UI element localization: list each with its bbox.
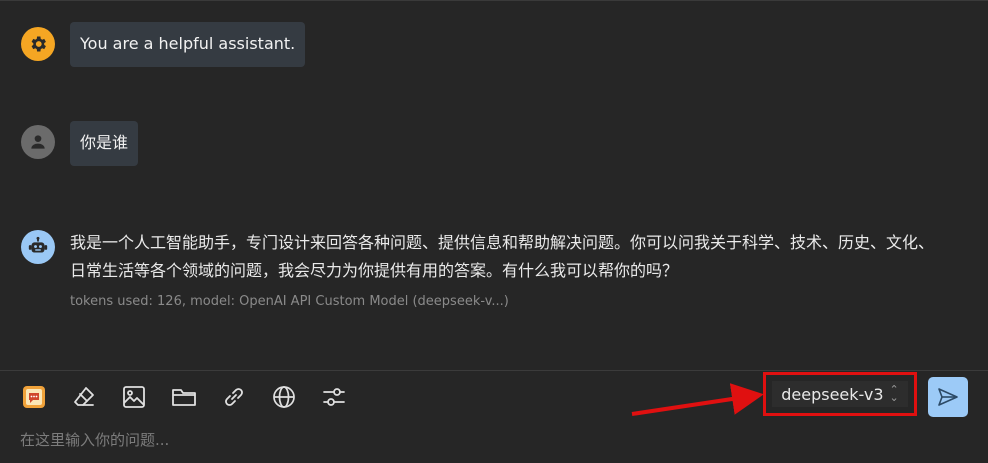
folder-icon[interactable] — [168, 381, 200, 413]
message-metadata: tokens used: 126, model: OpenAI API Cust… — [70, 294, 509, 309]
assistant-message: 我是一个人工智能助手，专门设计来回答各种问题、提供信息和帮助解决问题。你可以问我… — [70, 233, 935, 280]
composer-toolbar — [18, 381, 368, 413]
chat-history: You are a helpful assistant. 你是谁 我是一个人工智… — [0, 0, 988, 370]
link-icon[interactable] — [218, 381, 250, 413]
image-icon[interactable] — [118, 381, 150, 413]
composer-divider — [0, 370, 988, 371]
chevron-up-down-icon: ⌃ ⌄ — [889, 383, 899, 404]
highlight-box: deepseek-v3 ⌃ ⌄ — [763, 372, 917, 416]
gear-icon — [21, 27, 55, 61]
model-selector-value: deepseek-v3 — [781, 384, 884, 404]
robot-icon — [21, 230, 55, 264]
prompt-input[interactable] — [10, 424, 988, 456]
settings-sliders-icon[interactable] — [318, 381, 350, 413]
send-icon — [938, 388, 958, 406]
chat-prompt-icon[interactable] — [18, 381, 50, 413]
user-icon — [21, 125, 55, 159]
eraser-icon[interactable] — [68, 381, 100, 413]
system-message: You are a helpful assistant. — [70, 22, 306, 67]
model-selector[interactable]: deepseek-v3 ⌃ ⌄ — [772, 381, 908, 407]
send-button[interactable] — [928, 377, 968, 417]
user-message: 你是谁 — [70, 121, 139, 166]
globe-icon[interactable] — [268, 381, 300, 413]
